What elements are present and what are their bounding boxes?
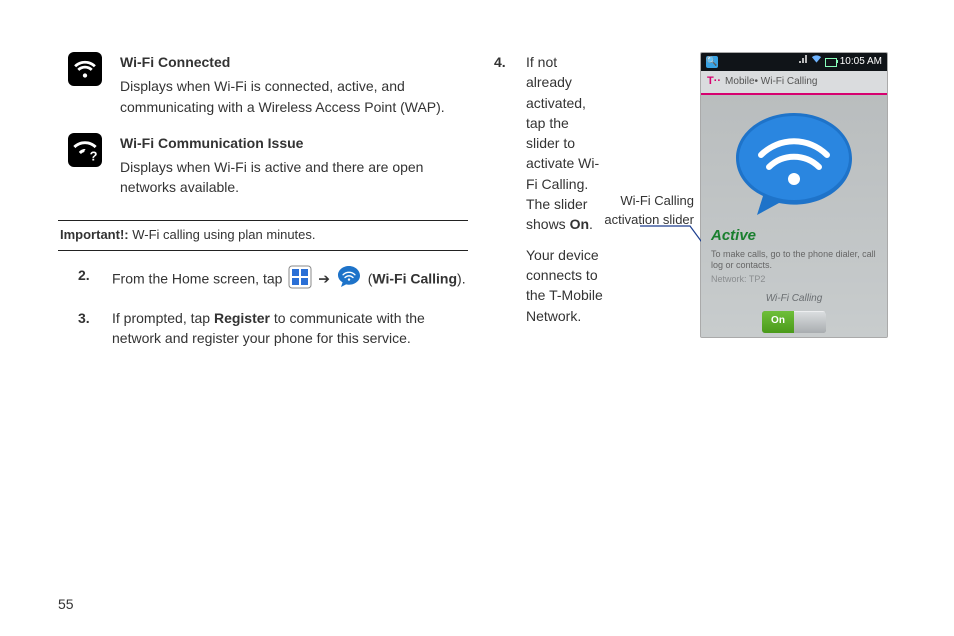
step-number: 2. bbox=[78, 265, 98, 294]
wifi-connected-block: Wi-Fi Connected Displays when Wi-Fi is c… bbox=[58, 52, 468, 117]
signal-icon bbox=[798, 54, 808, 70]
network-line: Network: TP2 bbox=[711, 273, 877, 286]
wifi-question-icon: ? bbox=[68, 133, 102, 167]
important-label: Important!: bbox=[60, 227, 129, 242]
callout-caption: Wi-Fi Calling activation slider bbox=[604, 192, 700, 230]
wifi-connected-desc: Displays when Wi-Fi is connected, active… bbox=[120, 76, 468, 117]
wifi-issue-block: ? Wi-Fi Communication Issue Displays whe… bbox=[58, 133, 468, 198]
wifi-issue-title: Wi-Fi Communication Issue bbox=[120, 133, 468, 153]
wifi-calling-bubble-icon bbox=[336, 265, 362, 294]
step4-line2: Your device connects to the T-Mobile Net… bbox=[526, 247, 603, 324]
arrow-glyph: ➔ bbox=[318, 270, 334, 286]
speech-bubble-graphic bbox=[701, 103, 887, 223]
wifi-calling-label: Wi-Fi Calling bbox=[372, 270, 457, 286]
left-column: Wi-Fi Connected Displays when Wi-Fi is c… bbox=[58, 52, 486, 606]
step4-l1-end: . bbox=[589, 216, 593, 232]
svg-text:?: ? bbox=[90, 148, 98, 163]
status-time: 10:05 AM bbox=[840, 55, 882, 70]
wifi-icon bbox=[68, 52, 102, 86]
tmobile-logo-icon: T·· bbox=[707, 74, 721, 90]
wifi-connected-title: Wi-Fi Connected bbox=[120, 52, 468, 72]
status-bar: 🔍 10:05 AM bbox=[701, 53, 887, 71]
quicklaunch-icon: 🔍 bbox=[706, 56, 718, 68]
step2-paren-close: ). bbox=[457, 270, 466, 286]
step-2: 2. From the Home screen, tap ➔ bbox=[78, 265, 468, 294]
step-body: If prompted, tap Register to communicate… bbox=[112, 308, 468, 349]
wifi-status-icon bbox=[811, 54, 822, 70]
step-body: If not already activated, tap the slider… bbox=[526, 52, 604, 326]
battery-icon bbox=[825, 58, 837, 67]
slider-on-label: On bbox=[762, 311, 794, 333]
active-status-label: Active bbox=[711, 225, 877, 247]
important-note: Important!: W-Fi calling using plan minu… bbox=[58, 220, 468, 251]
on-label: On bbox=[570, 216, 589, 232]
page-number: 55 bbox=[58, 594, 74, 614]
important-text: W-Fi calling using plan minutes. bbox=[129, 227, 316, 242]
right-column: 4. If not already activated, tap the sli… bbox=[486, 52, 914, 606]
step3-pre: If prompted, tap bbox=[112, 310, 214, 326]
manual-page: Wi-Fi Connected Displays when Wi-Fi is c… bbox=[0, 0, 954, 636]
step-number: 4. bbox=[494, 52, 514, 326]
step-body: From the Home screen, tap ➔ bbox=[112, 265, 468, 294]
step2-pre: From the Home screen, tap bbox=[112, 270, 286, 286]
active-status-desc: To make calls, go to the phone dialer, c… bbox=[711, 249, 877, 272]
app-title-text: Mobile• Wi-Fi Calling bbox=[725, 75, 817, 90]
step-4: 4. If not already activated, tap the sli… bbox=[494, 52, 604, 326]
step-number: 3. bbox=[78, 308, 98, 349]
wifi-calling-slider[interactable]: On bbox=[762, 311, 826, 333]
register-label: Register bbox=[214, 310, 270, 326]
wifi-calling-section-label: Wi-Fi Calling bbox=[701, 292, 887, 307]
step-3: 3. If prompted, tap Register to communic… bbox=[78, 308, 468, 349]
wifi-issue-desc: Displays when Wi-Fi is active and there … bbox=[120, 157, 468, 198]
phone-screenshot: 🔍 10:05 AM T·· Mobile bbox=[700, 52, 888, 338]
apps-grid-icon bbox=[288, 265, 312, 294]
step4-line1: If not already activated, tap the slider… bbox=[526, 54, 599, 232]
app-title-bar: T·· Mobile• Wi-Fi Calling bbox=[701, 71, 887, 95]
slider-knob[interactable] bbox=[794, 311, 826, 333]
